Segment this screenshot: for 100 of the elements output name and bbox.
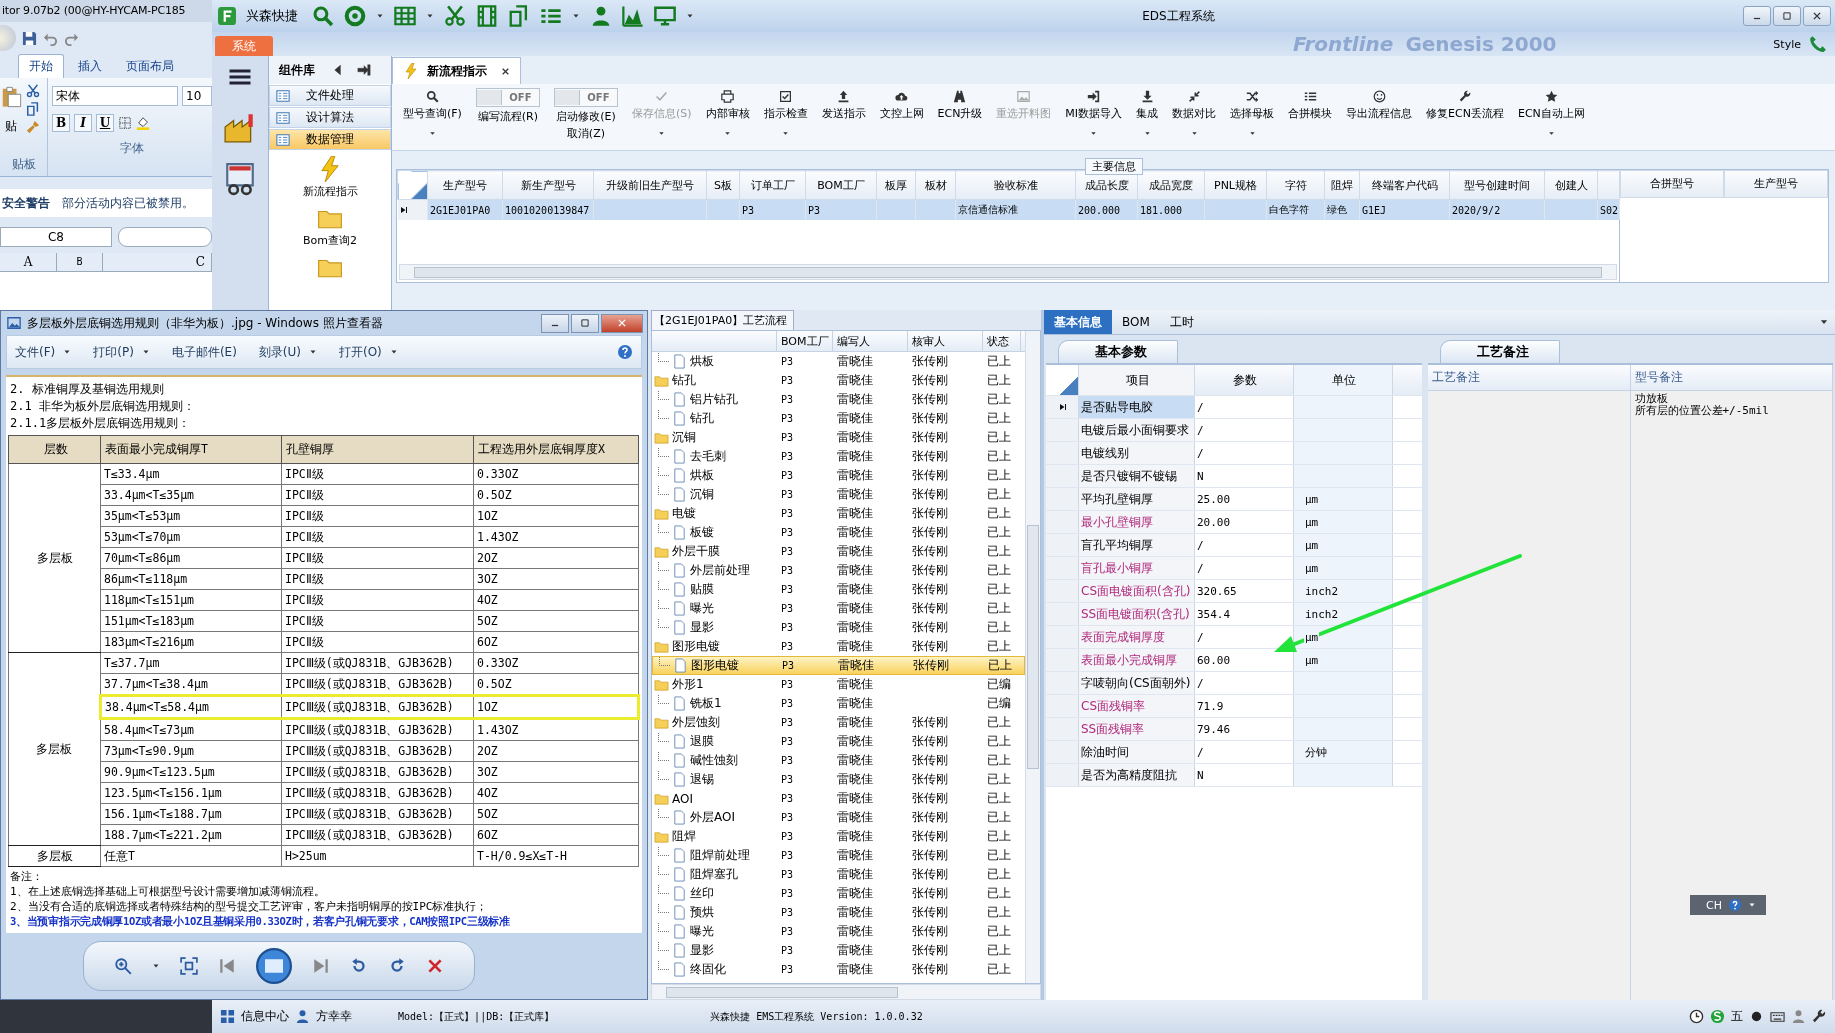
column-header[interactable]: 成品宽度 bbox=[1137, 170, 1205, 200]
column-header[interactable]: 编写人 bbox=[833, 331, 908, 351]
toolbar-button[interactable]: ECN自动上网 bbox=[1510, 84, 1592, 144]
row-indicator[interactable] bbox=[1046, 396, 1079, 418]
calculator-icon[interactable] bbox=[223, 162, 257, 196]
tree-item[interactable]: 板镀 bbox=[652, 523, 777, 542]
grid-icon[interactable] bbox=[220, 1009, 235, 1024]
caret-icon[interactable] bbox=[428, 130, 436, 137]
caret-icon[interactable] bbox=[376, 12, 384, 20]
caret-icon[interactable] bbox=[152, 962, 160, 970]
film-icon[interactable] bbox=[476, 5, 498, 27]
library-item-label[interactable]: 新流程指示 bbox=[302, 184, 358, 199]
toolbar-button[interactable]: 集成 bbox=[1129, 84, 1166, 144]
toolbar-button[interactable]: 取消(Z) bbox=[566, 126, 605, 141]
panel-tab[interactable]: 基本参数 bbox=[1058, 340, 1178, 363]
table-icon[interactable] bbox=[394, 5, 416, 27]
brush-icon[interactable] bbox=[26, 120, 40, 134]
save-icon[interactable] bbox=[22, 30, 37, 46]
caret-icon[interactable] bbox=[1090, 130, 1098, 137]
tree-item[interactable]: 贴膜 bbox=[652, 580, 777, 599]
search-icon[interactable] bbox=[312, 5, 334, 27]
tree-item[interactable]: 铣板1 bbox=[652, 694, 777, 713]
tree-item[interactable]: 烘板 bbox=[652, 352, 777, 371]
tree-item[interactable]: 外层AOI bbox=[652, 808, 777, 827]
next-icon[interactable] bbox=[312, 957, 330, 975]
phone-icon[interactable] bbox=[1809, 35, 1827, 53]
tree-item[interactable]: 沉铜 bbox=[652, 485, 777, 504]
rotate-left-icon[interactable] bbox=[350, 957, 368, 975]
column-header[interactable]: 项目 bbox=[1079, 365, 1195, 395]
delete-icon[interactable] bbox=[426, 957, 444, 975]
column-header[interactable]: 单位 bbox=[1294, 365, 1393, 395]
column-header[interactable]: 板材 bbox=[915, 170, 956, 200]
scissors-icon[interactable] bbox=[26, 84, 40, 98]
toggle-switch[interactable]: OFF bbox=[553, 88, 618, 107]
copy-icon[interactable] bbox=[508, 5, 530, 27]
menu-item[interactable]: 刻录(U) bbox=[258, 343, 317, 361]
tree-item[interactable]: 去毛刺 bbox=[652, 447, 777, 466]
column-header[interactable]: 核审人 bbox=[908, 331, 983, 351]
column-header[interactable]: BOM工厂 bbox=[777, 331, 833, 351]
tree-item[interactable]: 曝光 bbox=[652, 599, 777, 618]
toolbar-button[interactable]: 文控上网 bbox=[872, 84, 931, 144]
tree-item[interactable]: 外层前处理 bbox=[652, 561, 777, 580]
tree-item[interactable]: 外形1 bbox=[652, 675, 777, 694]
minimize-button[interactable] bbox=[541, 313, 569, 333]
detail-tab[interactable]: 基本信息 bbox=[1044, 310, 1112, 334]
toolbar-button[interactable]: 导出流程信息 bbox=[1339, 84, 1420, 144]
toolbar-button[interactable]: MI数据导入 bbox=[1058, 84, 1130, 144]
panel-tab[interactable]: 【2G1EJ01PA0】工艺流程 bbox=[651, 310, 795, 330]
document-tab[interactable]: 新流程指示 bbox=[392, 57, 521, 84]
paste-label[interactable]: 贴 bbox=[5, 118, 17, 135]
font-size-field[interactable]: 10 bbox=[182, 86, 212, 106]
style-menu[interactable]: Style bbox=[1773, 37, 1801, 51]
rotate-right-icon[interactable] bbox=[388, 957, 406, 975]
scissors-icon[interactable] bbox=[444, 5, 466, 27]
minimize-button[interactable] bbox=[1743, 6, 1771, 26]
format-button[interactable]: B bbox=[52, 114, 70, 132]
caret-icon[interactable] bbox=[572, 12, 580, 20]
caret-icon[interactable] bbox=[724, 130, 731, 137]
toolbar-button[interactable]: 合拼模块 bbox=[1281, 84, 1340, 144]
input-method-icon[interactable] bbox=[1710, 1009, 1725, 1024]
zoom-icon[interactable] bbox=[114, 957, 132, 975]
caret-icon[interactable] bbox=[1190, 130, 1198, 137]
vertical-scrollbar[interactable] bbox=[1025, 331, 1040, 983]
exit-icon[interactable] bbox=[357, 63, 371, 77]
ribbon-tab[interactable]: 开始 bbox=[18, 54, 64, 78]
tree-item[interactable]: 沉铜 bbox=[652, 428, 777, 447]
detail-tab[interactable]: 工时 bbox=[1159, 310, 1204, 334]
column-header[interactable]: BOM工厂 bbox=[805, 170, 877, 200]
slideshow-icon[interactable] bbox=[256, 948, 292, 984]
column-header[interactable]: 字符 bbox=[1266, 170, 1325, 200]
input-mode[interactable]: 五 bbox=[1731, 1008, 1743, 1025]
caret-icon[interactable] bbox=[1248, 130, 1256, 137]
column-header[interactable]: 生产型号 bbox=[1724, 170, 1828, 198]
tree-item[interactable]: 退膜 bbox=[652, 732, 777, 751]
column-header[interactable]: 型号创建时间 bbox=[1449, 170, 1545, 200]
tree-item[interactable]: 阻焊 bbox=[652, 827, 777, 846]
caret-icon[interactable] bbox=[1547, 130, 1555, 137]
column-header[interactable]: S板 bbox=[706, 170, 740, 200]
tree-item[interactable]: 阻焊前处理 bbox=[652, 846, 777, 865]
library-section[interactable]: 设计算法 bbox=[269, 107, 391, 128]
tree-item[interactable]: 图形电镀 bbox=[652, 637, 777, 656]
previous-icon[interactable] bbox=[218, 957, 236, 975]
maximize-button[interactable] bbox=[1773, 6, 1801, 26]
tree-item[interactable]: 退锡 bbox=[652, 770, 777, 789]
tree-item[interactable]: 阻焊塞孔 bbox=[652, 865, 777, 884]
caret-icon[interactable] bbox=[782, 130, 789, 137]
column-header[interactable]: 创建人 bbox=[1544, 170, 1598, 200]
language-bar[interactable]: CH bbox=[1690, 895, 1766, 915]
tree-item[interactable]: 烘板 bbox=[652, 466, 777, 485]
toolbar-button[interactable]: 数据对比 bbox=[1165, 84, 1224, 144]
border-icon[interactable] bbox=[118, 116, 132, 130]
library-section[interactable]: 数据管理 bbox=[269, 129, 391, 150]
column-header[interactable]: 新生产型号 bbox=[502, 170, 594, 200]
detail-tab[interactable]: BOM bbox=[1112, 310, 1160, 334]
chart-icon[interactable] bbox=[622, 5, 644, 27]
status-item[interactable]: 信息中心 bbox=[241, 1008, 289, 1025]
toolbar-button[interactable]: 型号查询(F) bbox=[396, 84, 469, 144]
help-button[interactable] bbox=[617, 344, 633, 360]
menu-item[interactable]: 电子邮件(E) bbox=[171, 343, 237, 361]
column-header[interactable]: 订单工厂 bbox=[739, 170, 806, 200]
